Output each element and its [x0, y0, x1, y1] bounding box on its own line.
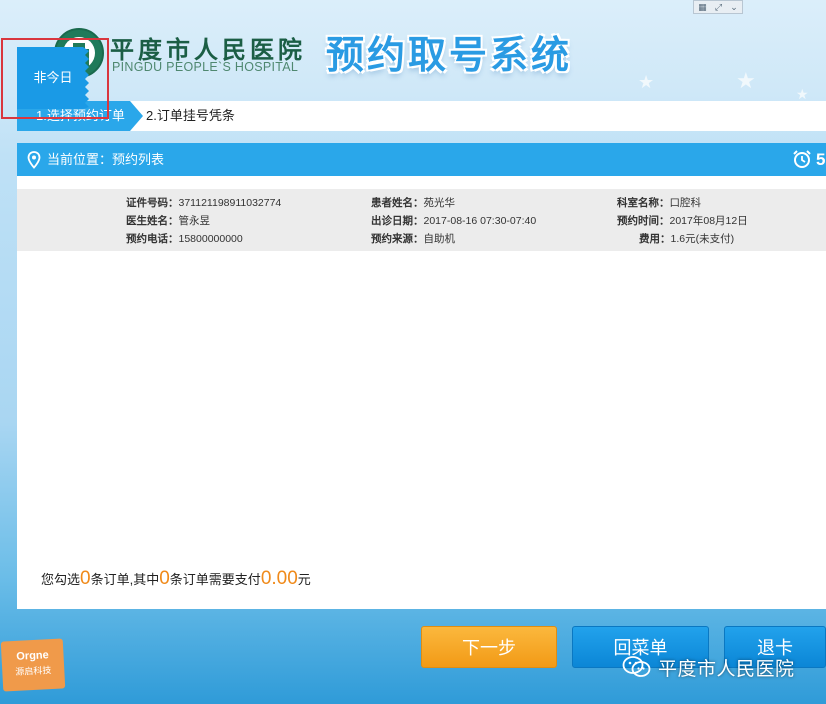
- system-title: 预约取号系统: [326, 35, 573, 77]
- location-pin-icon: [27, 151, 41, 169]
- payment-amount: 0.00: [260, 568, 298, 589]
- order-field-id-number: 证件号码：371121198911032774: [126, 197, 282, 209]
- order-field-patient: 患者姓名：苑光华: [371, 197, 455, 209]
- vendor-logo: Orgne 源启科技: [0, 638, 66, 692]
- grid-icon[interactable]: ▦: [698, 2, 707, 13]
- order-field-phone: 预约电话：15800000000: [126, 233, 243, 245]
- location-value: 预约列表: [112, 152, 165, 167]
- watermark-text: 平度市人民医院: [658, 658, 795, 680]
- location-bar: 当前位置： 预约列表 5: [17, 143, 826, 176]
- order-field-booking-time: 预约时间：2017年08月12日: [617, 215, 748, 227]
- order-field-fee: 费用：1.6元(未支付): [639, 233, 735, 245]
- next-step-button[interactable]: 下一步: [421, 626, 557, 668]
- selected-count: 0: [80, 568, 91, 589]
- header: 平度市人民医院 PINGDU PEOPLE`S HOSPITAL 预约取号系统 …: [0, 0, 826, 102]
- window-controls[interactable]: ▦ ⤢ ⌄: [693, 0, 743, 14]
- fullscreen-icon[interactable]: ⤢: [715, 2, 722, 13]
- unpaid-count: 0: [159, 568, 170, 589]
- order-field-visit-date: 出诊日期：2017-08-16 07:30-07:40: [371, 215, 537, 227]
- wechat-watermark: 平度市人民医院: [622, 654, 795, 680]
- order-field-department: 科室名称：口腔科: [617, 197, 701, 209]
- star-decoration-icon: ★: [736, 68, 756, 93]
- alarm-clock-icon: [793, 150, 811, 168]
- countdown-timer: 5: [816, 150, 826, 169]
- step-2-order-receipt: 2.订单挂号凭条: [146, 108, 235, 123]
- star-decoration-icon: ★: [638, 72, 655, 92]
- main-panel: 当前位置： 预约列表 5 证件号码：371121198911032774 医生姓…: [17, 143, 826, 609]
- order-row[interactable]: 证件号码：371121198911032774 医生姓名：管永昱 预约电话：15…: [17, 189, 826, 251]
- non-today-tag[interactable]: 非今日: [17, 47, 89, 109]
- order-field-source: 预约来源：自助机: [371, 233, 455, 245]
- order-field-doctor: 医生姓名：管永昱: [126, 215, 210, 227]
- chevron-down-icon[interactable]: ⌄: [730, 2, 738, 13]
- payment-summary: 您勾选0条订单,其中0条订单需要支付0.00元: [41, 568, 311, 589]
- wechat-icon: [622, 656, 651, 677]
- hospital-name-en: PINGDU PEOPLE`S HOSPITAL: [112, 60, 299, 74]
- step-indicator: 1.选择预约订单 2.订单挂号凭条: [17, 101, 826, 131]
- location-label: 当前位置：: [47, 152, 113, 167]
